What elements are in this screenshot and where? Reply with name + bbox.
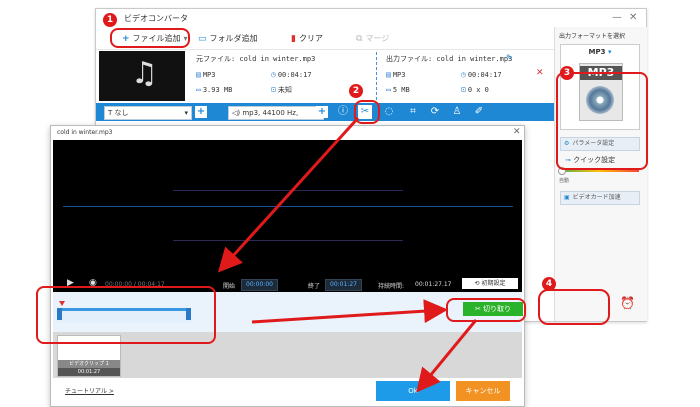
arrow-cut-to-ok [416,319,478,393]
arrow-scissors-to-editor [217,116,360,273]
arrow-timeline-to-cut [251,299,448,324]
annotation-arrows [217,116,478,393]
